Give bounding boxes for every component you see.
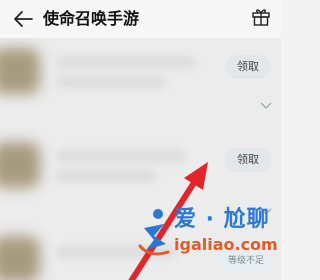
watermark-domain: igaliao.com (174, 235, 278, 254)
gift-name-blurred (56, 150, 186, 162)
chevron-down-icon[interactable] (260, 102, 272, 110)
page-title: 使命召唤手游 (43, 9, 140, 28)
watermark-brand: 爱 · 尬聊 (174, 207, 270, 232)
arrow-left-icon[interactable] (12, 9, 34, 29)
watermark-logo-icon (138, 209, 170, 256)
gift-name-blurred (56, 56, 196, 68)
gift-thumbnail (0, 236, 40, 280)
gift-desc-blurred (56, 76, 166, 88)
claim-button[interactable]: 领取 (225, 55, 271, 79)
gift-row: 领取 (0, 38, 281, 130)
gift-thumbnail (0, 142, 40, 188)
gift-desc-blurred (56, 170, 156, 182)
watermark: 爱 · 尬聊 igaliao.com (138, 206, 278, 266)
claim-button[interactable]: 领取 (225, 148, 271, 172)
gift-icon[interactable] (250, 5, 272, 27)
gift-thumbnail (0, 48, 40, 94)
top-bar: 使命召唤手游 (0, 0, 281, 38)
